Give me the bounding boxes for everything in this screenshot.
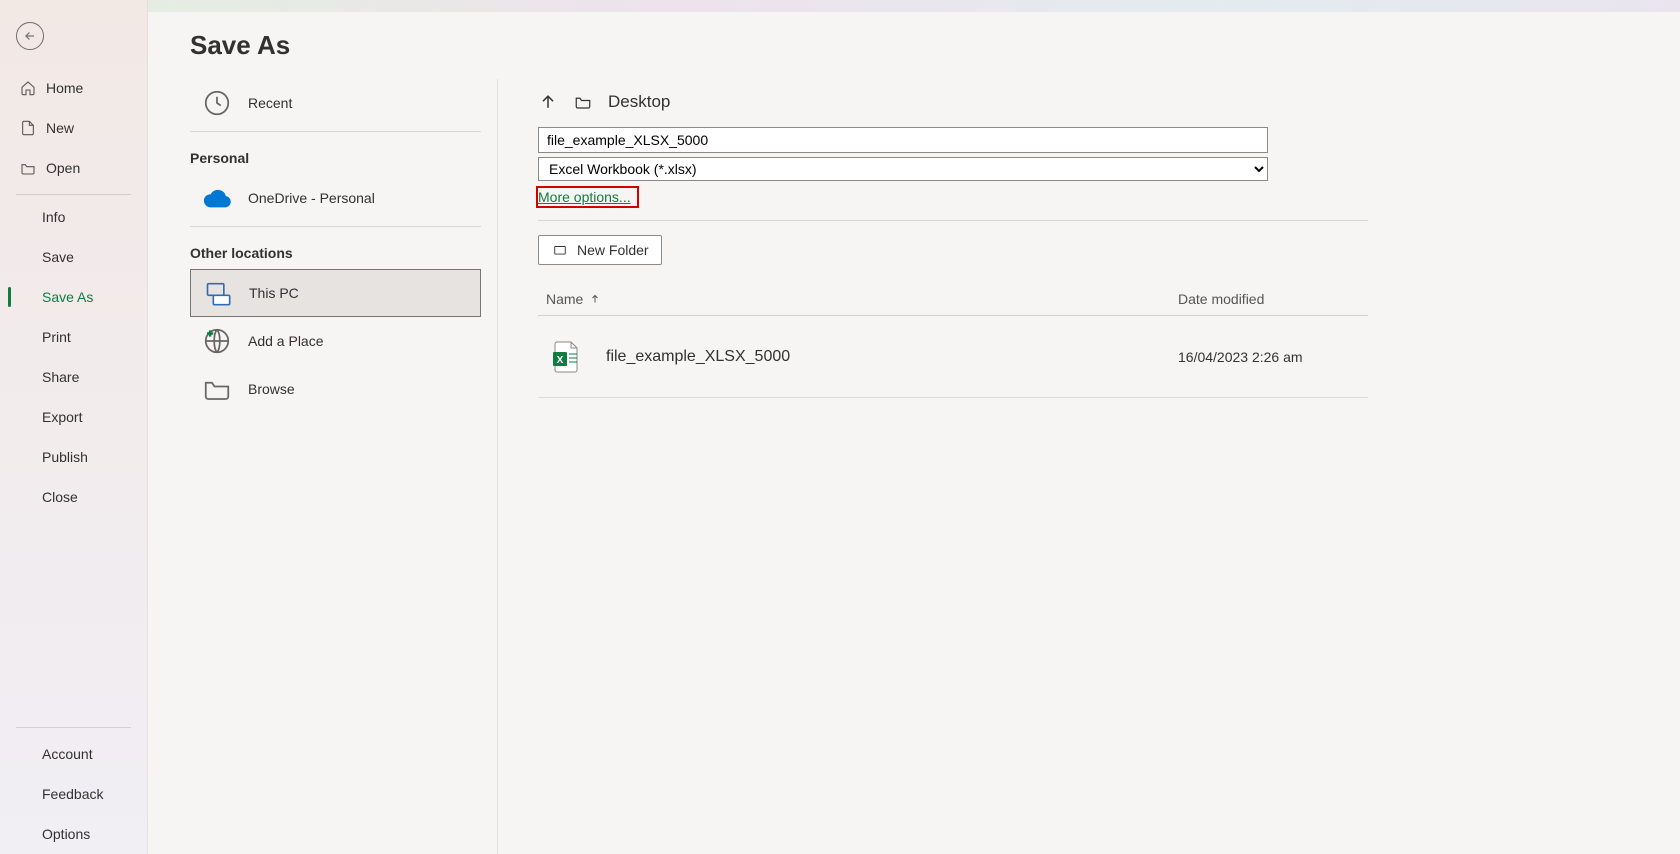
folder-open-icon — [20, 160, 36, 176]
location-label: Browse — [248, 381, 295, 397]
arrow-left-icon — [23, 29, 37, 43]
sidebar-label: Home — [46, 80, 83, 96]
locations-separator — [190, 226, 481, 227]
folder-icon — [202, 374, 232, 404]
location-label: This PC — [249, 285, 299, 301]
sidebar-label: Save — [42, 249, 74, 265]
up-button[interactable] — [538, 92, 558, 112]
nav-bottom: Account Feedback Options — [0, 734, 147, 854]
new-folder-button[interactable]: New Folder — [538, 235, 662, 265]
sidebar-item-open[interactable]: Open — [0, 148, 147, 188]
sidebar-spacer — [0, 517, 147, 727]
sidebar-label: Export — [42, 409, 82, 425]
filetype-row: Excel Workbook (*.xlsx) — [538, 157, 1640, 181]
excel-file-icon: X — [542, 340, 590, 374]
location-recent[interactable]: Recent — [190, 79, 481, 127]
sidebar-label: Publish — [42, 449, 88, 465]
sort-asc-icon — [589, 293, 601, 305]
location-this-pc[interactable]: This PC — [190, 269, 481, 317]
filename-input[interactable] — [538, 127, 1268, 153]
main-area: Save As Recent Personal OneDrive - Perso… — [148, 0, 1680, 854]
backstage-sidebar: Home New Open Info Save Save As Print Sh… — [0, 0, 148, 854]
sidebar-item-account[interactable]: Account — [0, 734, 147, 774]
sidebar-label: Share — [42, 369, 79, 385]
location-browse[interactable]: Browse — [190, 365, 481, 413]
controls-separator — [538, 220, 1368, 221]
location-label: Recent — [248, 95, 292, 111]
file-table-header: Name Date modified — [538, 283, 1368, 316]
decorative-header-strip — [148, 0, 1680, 12]
file-name: file_example_XLSX_5000 — [606, 348, 1178, 366]
column-name-label: Name — [546, 291, 583, 307]
column-name[interactable]: Name — [538, 291, 1178, 307]
sidebar-item-save[interactable]: Save — [0, 237, 147, 277]
sidebar-label: New — [46, 120, 74, 136]
new-folder-icon — [551, 243, 569, 257]
sidebar-item-options[interactable]: Options — [0, 814, 147, 854]
sidebar-label: Info — [42, 209, 65, 225]
sidebar-item-home[interactable]: Home — [0, 68, 147, 108]
sidebar-item-print[interactable]: Print — [0, 317, 147, 357]
svg-text:X: X — [557, 355, 564, 366]
sidebar-item-share[interactable]: Share — [0, 357, 147, 397]
more-options-link[interactable]: More options... — [536, 186, 639, 208]
filename-row — [538, 127, 1640, 153]
section-head-personal: Personal — [154, 136, 497, 174]
onedrive-icon — [202, 183, 232, 213]
nav-separator — [16, 194, 131, 195]
path-row: Desktop — [538, 85, 1640, 119]
sidebar-label: Close — [42, 489, 78, 505]
file-column: Desktop Excel Workbook (*.xlsx) Save Mor… — [498, 79, 1680, 854]
file-date: 16/04/2023 2:26 am — [1178, 349, 1368, 365]
sidebar-item-export[interactable]: Export — [0, 397, 147, 437]
locations-column: Recent Personal OneDrive - Personal Othe… — [148, 79, 498, 854]
filetype-select[interactable]: Excel Workbook (*.xlsx) — [538, 157, 1268, 181]
sidebar-label: Feedback — [42, 786, 103, 802]
sidebar-item-feedback[interactable]: Feedback — [0, 774, 147, 814]
location-onedrive[interactable]: OneDrive - Personal — [190, 174, 481, 222]
sidebar-item-new[interactable]: New — [0, 108, 147, 148]
sidebar-item-info[interactable]: Info — [0, 197, 147, 237]
file-row[interactable]: X file_example_XLSX_5000 16/04/2023 2:26… — [538, 316, 1368, 398]
new-file-icon — [20, 120, 36, 136]
section-head-other: Other locations — [154, 231, 497, 269]
current-path[interactable]: Desktop — [608, 92, 670, 112]
column-date[interactable]: Date modified — [1178, 291, 1368, 307]
location-add-place[interactable]: Add a Place — [190, 317, 481, 365]
folder-icon — [572, 93, 594, 111]
pc-icon — [203, 278, 233, 308]
home-icon — [20, 80, 36, 96]
nav-primary: Home New Open — [0, 68, 147, 188]
back-button[interactable] — [16, 22, 44, 50]
sidebar-label: Save As — [42, 289, 93, 305]
location-label: Add a Place — [248, 333, 324, 349]
add-place-icon — [202, 326, 232, 356]
nav-secondary: Info Save Save As Print Share Export Pub… — [0, 197, 147, 517]
panels: Recent Personal OneDrive - Personal Othe… — [148, 79, 1680, 854]
sidebar-item-save-as[interactable]: Save As — [0, 277, 147, 317]
nav-separator — [16, 727, 131, 728]
location-label: OneDrive - Personal — [248, 190, 375, 206]
arrow-up-icon — [538, 92, 558, 112]
sidebar-item-close[interactable]: Close — [0, 477, 147, 517]
sidebar-label: Open — [46, 160, 80, 176]
sidebar-item-publish[interactable]: Publish — [0, 437, 147, 477]
new-folder-label: New Folder — [577, 242, 649, 258]
clock-icon — [202, 88, 232, 118]
locations-separator — [190, 131, 481, 132]
sidebar-label: Print — [42, 329, 71, 345]
sidebar-label: Options — [42, 826, 90, 842]
sidebar-label: Account — [42, 746, 93, 762]
column-date-label: Date modified — [1178, 291, 1264, 307]
